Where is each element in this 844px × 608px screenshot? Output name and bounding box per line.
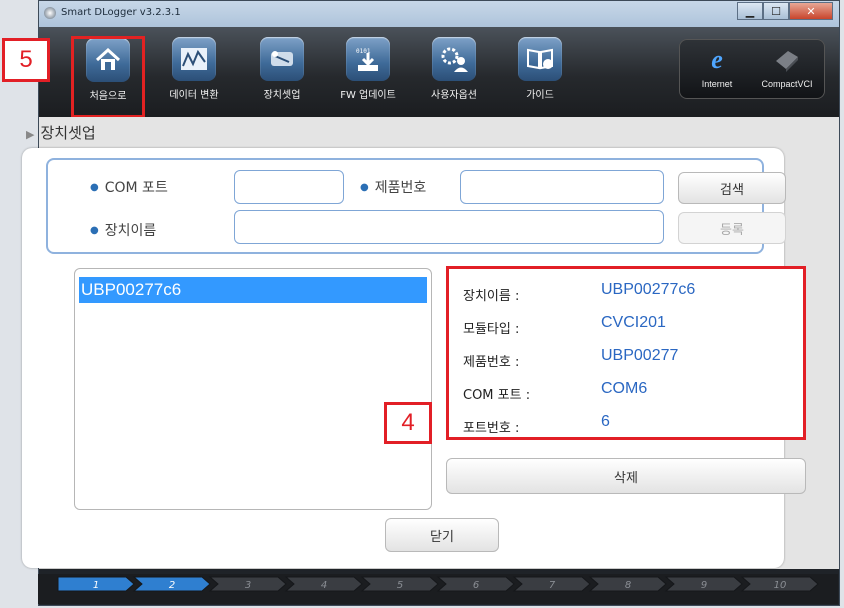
bullet-icon: ● (90, 225, 99, 236)
detail-value-com-port: COM6 (601, 380, 648, 397)
toolbar-label: 데이터 변환 (169, 90, 219, 101)
app-icon (44, 7, 56, 19)
internet-button[interactable]: e Internet (683, 45, 751, 89)
com-port-input[interactable] (234, 170, 344, 204)
compactvci-button[interactable]: CompactVCI (753, 45, 821, 89)
product-no-label: ● 제품번호 (360, 177, 426, 197)
close-button[interactable]: 닫기 (385, 518, 499, 552)
detail-label-product-no: 제품번호 : (463, 355, 520, 370)
title-bar: Smart DLogger v3.2.3.1 ▁ ☐ ✕ (39, 1, 839, 27)
device-name-label-text: 장치이름 (104, 223, 157, 239)
register-button[interactable]: 등록 (678, 212, 786, 244)
step-2: 2 (132, 576, 211, 592)
bullet-icon: ● (90, 182, 99, 193)
annotation-badge-5: 5 (2, 38, 50, 82)
step-label: 4 (321, 580, 327, 591)
step-label: 6 (473, 580, 479, 591)
toolbar-label: 장치셋업 (263, 90, 301, 101)
page-title-text: 장치셋업 (40, 124, 96, 142)
firmware-update-icon: 0101 (346, 37, 390, 81)
toolbar-device-setup-button[interactable]: 장치셋업 (247, 37, 317, 101)
toolbar-fw-update-button[interactable]: 0101 FW 업데이트 (333, 37, 403, 101)
step-label: 10 (774, 580, 787, 591)
window-title: Smart DLogger v3.2.3.1 (61, 7, 181, 18)
product-no-input[interactable] (460, 170, 664, 204)
chart-convert-icon (172, 37, 216, 81)
device-details-box: 장치이름 : UBP00277c6 모듈타입 : CVCI201 제품번호 : … (446, 266, 806, 440)
bullet-icon: ● (360, 182, 369, 193)
detail-label-com-port: COM 포트 : (463, 388, 531, 403)
user-options-icon (432, 37, 476, 81)
compactvci-device-icon (770, 45, 804, 75)
guide-book-icon (518, 37, 562, 81)
arrow-right-icon: ▶ (26, 128, 35, 141)
step-label: 8 (625, 580, 631, 591)
search-button[interactable]: 검색 (678, 172, 786, 204)
minimize-button[interactable]: ▁ (737, 2, 763, 20)
step-label: 9 (701, 580, 707, 591)
step-label: 3 (245, 580, 251, 591)
detail-value-product-no: UBP00277 (601, 347, 679, 364)
annotation-badge-4: 4 (384, 402, 432, 444)
list-item[interactable]: UBP00277c6 (79, 277, 427, 303)
step-label: 5 (397, 580, 403, 591)
device-name-label: ● 장치이름 (90, 220, 156, 240)
toolbar-data-convert-button[interactable]: 데이터 변환 (159, 37, 229, 101)
step-label: 1 (93, 580, 99, 591)
detail-label-module-type: 모듈타입 : (463, 322, 520, 337)
maximize-button[interactable]: ☐ (763, 2, 789, 20)
step-6: 6 (436, 576, 515, 592)
step-3: 3 (208, 576, 287, 592)
home-icon (86, 38, 130, 82)
toolbar-label: 가이드 (526, 90, 554, 101)
detail-label-device-name: 장치이름 : (463, 289, 520, 304)
external-links-group: e Internet CompactVCI (679, 39, 825, 99)
detail-value-device-name: UBP00277c6 (601, 281, 696, 298)
close-window-button[interactable]: ✕ (789, 2, 833, 20)
toolbar-guide-button[interactable]: 가이드 (505, 37, 575, 101)
step-7: 7 (512, 576, 591, 592)
detail-value-port-no: 6 (601, 413, 610, 430)
toolbar-label: 사용자옵션 (431, 90, 477, 101)
device-list[interactable]: UBP00277c6 (74, 268, 432, 510)
page-title: ▶ 장치셋업 (26, 122, 96, 143)
step-8: 8 (588, 576, 667, 592)
main-toolbar: 처음으로 데이터 변환 장치셋업 0101 FW 업데이트 사용자옵션 가이드 … (39, 27, 839, 118)
delete-button[interactable]: 삭제 (446, 458, 806, 494)
step-label: 2 (169, 580, 175, 591)
toolbar-label: FW 업데이트 (340, 90, 396, 101)
com-port-label-text: COM 포트 (104, 180, 168, 196)
com-port-label: ● COM 포트 (90, 177, 168, 197)
product-no-label-text: 제품번호 (374, 180, 427, 196)
step-4: 4 (284, 576, 363, 592)
device-name-input[interactable] (234, 210, 664, 244)
step-1: 1 (57, 576, 135, 592)
detail-label-port-no: 포트번호 : (463, 421, 520, 436)
toolbar-user-options-button[interactable]: 사용자옵션 (419, 37, 489, 101)
internet-explorer-icon: e (711, 45, 723, 74)
window-controls: ▁ ☐ ✕ (737, 2, 833, 20)
toolbar-label: 처음으로 (89, 91, 127, 102)
detail-value-module-type: CVCI201 (601, 314, 666, 331)
toolbar-home-button[interactable]: 처음으로 (71, 36, 145, 118)
internet-label: Internet (701, 79, 733, 89)
step-progress-graphic: 1 2 3 4 5 6 7 8 9 10 (57, 576, 819, 592)
step-9: 9 (664, 576, 743, 592)
device-setup-icon (260, 37, 304, 81)
step-5: 5 (360, 576, 439, 592)
step-10: 10 (740, 576, 819, 592)
step-label: 7 (549, 580, 556, 591)
compactvci-label: CompactVCI (761, 79, 813, 89)
